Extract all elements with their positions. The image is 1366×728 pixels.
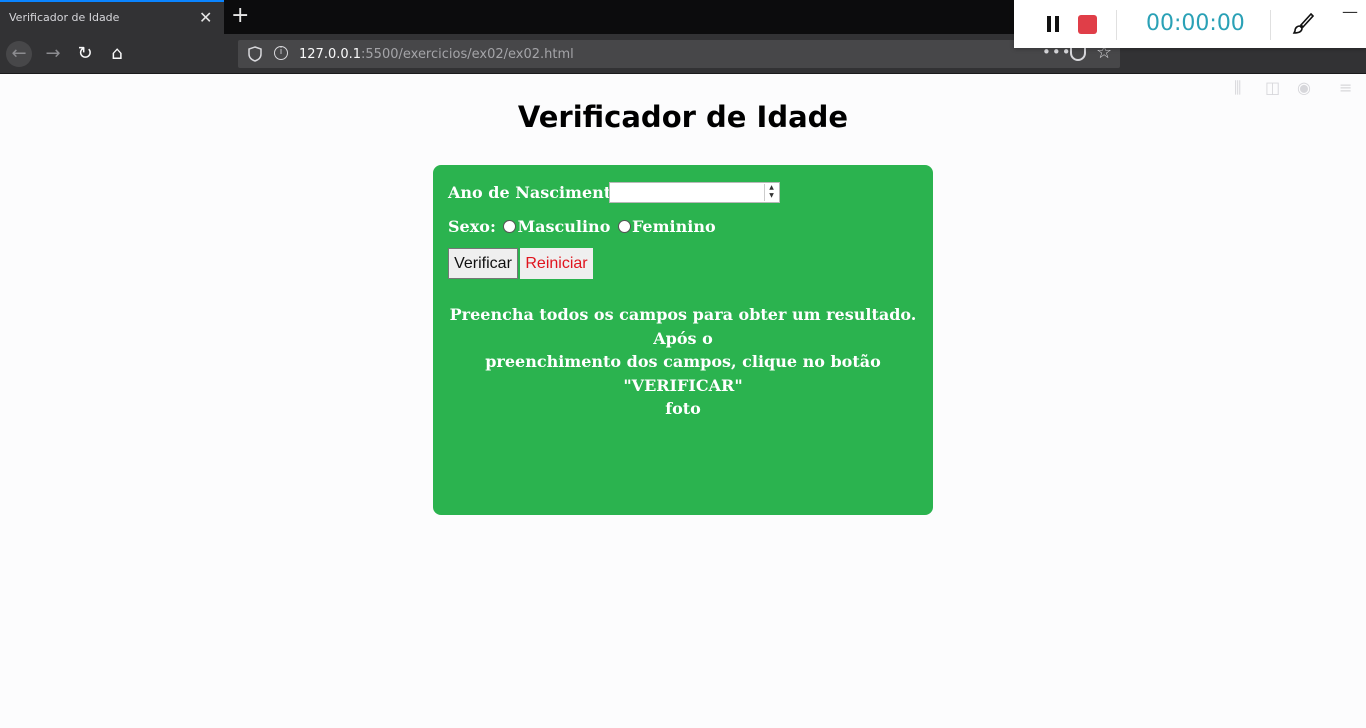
tracking-shield-icon[interactable] [248,46,262,62]
brush-icon[interactable] [1292,12,1314,36]
form-panel: Ano de Nascimento: ▲ ▼ Sexo: Masculino F… [433,165,933,515]
reload-icon[interactable]: ↻ [72,41,98,67]
stepper-down-icon[interactable]: ▼ [765,192,778,200]
site-info-icon[interactable]: i [274,46,288,60]
divider [1116,10,1117,40]
year-label: Ano de Nascimento: [448,183,628,202]
menu-icon[interactable]: ≡ [1339,78,1352,97]
address-bar[interactable]: i 127.0.0.1:5500/exercicios/ex02/ex02.ht… [238,40,1120,68]
stop-record-icon[interactable] [1078,15,1097,34]
screen-recorder: 00:00:00 — [1014,0,1366,48]
radio-feminino[interactable] [617,220,631,233]
result-line: foto [665,399,701,418]
verify-button[interactable]: Verificar [448,248,518,279]
minimize-icon[interactable]: — [1342,2,1358,21]
result-line: Preencha todos os campos para obter um r… [449,305,917,348]
tab-title: Verificador de Idade [9,11,120,24]
year-stepper[interactable]: ▲ ▼ [764,184,778,201]
back-icon[interactable]: ← [6,41,32,67]
library-icon[interactable]: ⫼ [1234,78,1241,98]
divider [1270,10,1271,40]
page-title: Verificador de Idade [517,100,849,134]
radio-feminino-label[interactable]: Feminino [632,217,716,236]
sex-row: Sexo: Masculino Feminino [448,217,716,239]
year-input[interactable]: ▲ ▼ [609,182,780,203]
radio-masculino[interactable] [503,220,517,233]
home-icon[interactable]: ⌂ [104,41,130,67]
record-timer: 00:00:00 [1146,11,1245,36]
sidebar-icon[interactable]: ◫ [1265,78,1280,97]
browser-tab[interactable]: Verificador de Idade ✕ [0,0,224,34]
forward-icon[interactable]: → [40,41,66,67]
stepper-up-icon[interactable]: ▲ [765,184,778,192]
pause-icon[interactable] [1047,16,1059,32]
reset-button[interactable]: Reiniciar [520,248,593,279]
result-line: preenchimento dos campos, clique no botã… [485,352,881,395]
close-tab-icon[interactable]: ✕ [199,8,212,27]
url-text[interactable]: 127.0.0.1:5500/exercicios/ex02/ex02.html [299,47,574,62]
new-tab-icon[interactable]: + [231,3,249,28]
sex-label: Sexo: [448,217,496,236]
radio-masculino-label[interactable]: Masculino [517,217,610,236]
result-text: Preencha todos os campos para obter um r… [443,303,923,421]
account-icon[interactable]: ◉ [1297,78,1311,97]
